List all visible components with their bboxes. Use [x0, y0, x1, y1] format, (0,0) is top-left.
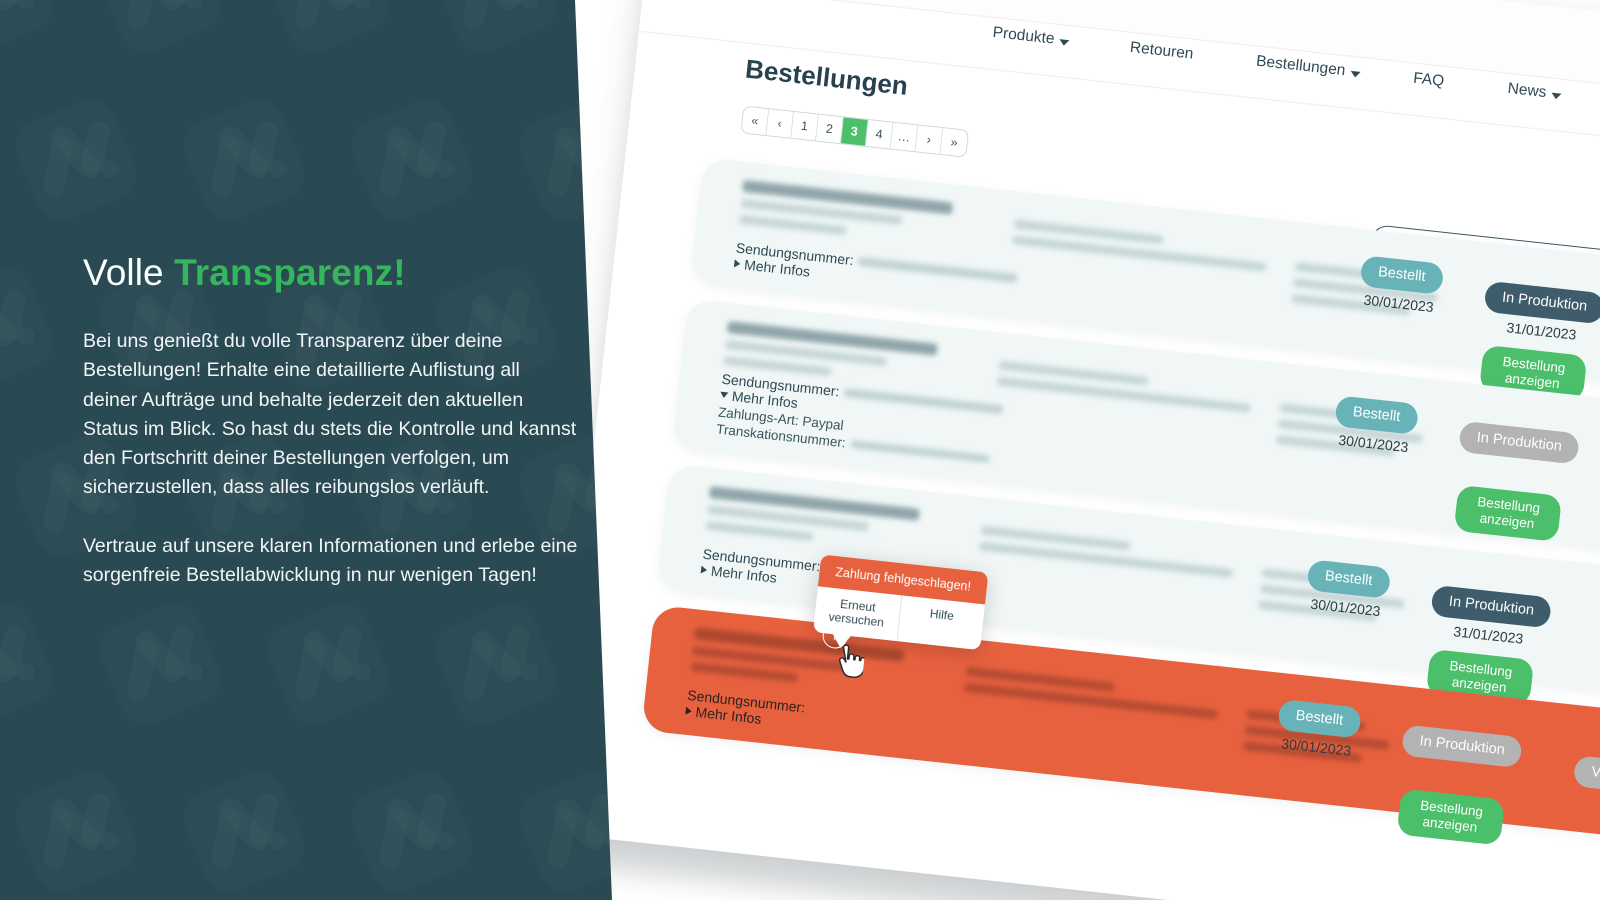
logo-pattern-tile	[92, 596, 227, 731]
view-order-wrapper: Bestellung anzeigen	[1396, 788, 1505, 846]
status-ordered: Bestellt 30/01/2023	[1357, 255, 1444, 315]
status-shipped: V	[1572, 755, 1600, 791]
pointer-hand-cursor	[832, 643, 866, 687]
page-ellipsis: …	[890, 122, 919, 152]
triangle-right-icon	[700, 565, 708, 575]
chevron-down-icon	[1550, 92, 1562, 100]
promo-paragraph-2: Vertraue auf unsere klaren Informationen…	[83, 534, 578, 586]
status-production: In Produktion	[1458, 420, 1581, 465]
shipping-info: Sendungsnummer: Mehr Infos	[685, 687, 806, 732]
order-meta-redacted	[690, 662, 799, 683]
browser-mockup: marketprint Produkte Retouren Bestellung…	[551, 0, 1600, 900]
headline-plain: Volle	[83, 252, 175, 293]
status-date: 30/01/2023	[1309, 595, 1382, 619]
page-2-button[interactable]: 2	[816, 114, 844, 144]
status-badge: Bestellt	[1359, 255, 1444, 295]
promo-paragraph-1: Bei uns genießt du volle Transparenz übe…	[83, 330, 577, 498]
nav-item-news[interactable]: News	[1507, 80, 1562, 104]
order-product-block	[978, 525, 1280, 590]
status-ordered: Bestellt 30/01/2023	[1332, 395, 1419, 455]
order-list: Sendungsnummer: Mehr Infos Bestellt 30/0…	[640, 157, 1600, 858]
logo-pattern-tile	[344, 764, 479, 899]
logo-pattern-tile	[428, 596, 563, 731]
page-next-button[interactable]: ›	[915, 125, 944, 154]
order-status-zone: Bestellt 30/01/2023 In Produktion V Best…	[1233, 689, 1600, 846]
chevron-down-icon	[1058, 38, 1070, 46]
page-prev-button[interactable]: ‹	[766, 109, 795, 138]
triangle-right-icon	[685, 706, 693, 716]
view-order-wrapper: Bestellung anzeigen	[1453, 484, 1563, 543]
chevron-down-icon	[1349, 70, 1361, 78]
logo-pattern-tile	[92, 0, 227, 60]
page-3-button[interactable]: 3	[840, 117, 869, 146]
triangle-down-icon	[719, 391, 729, 399]
logo-pattern-tile	[428, 0, 563, 60]
logo-pattern-tile	[176, 764, 311, 899]
status-production: In Produktion 31/01/2023	[1481, 280, 1600, 345]
logo-pattern-tile	[0, 596, 60, 731]
status-badge: V	[1572, 755, 1600, 791]
nav-label: News	[1506, 79, 1548, 102]
view-order-button[interactable]: Bestellung anzeigen	[1453, 484, 1563, 543]
status-date: 30/01/2023	[1363, 291, 1435, 315]
page-last-button[interactable]: »	[940, 128, 969, 157]
nav-item-bestellungen[interactable]: Bestellungen	[1255, 53, 1361, 82]
status-ordered: Bestellt 30/01/2023	[1304, 559, 1391, 619]
promo-content: Volle Transparenz! Bei uns genießt du vo…	[83, 252, 578, 590]
order-product-block	[996, 360, 1298, 425]
logo-pattern-tile	[260, 0, 395, 60]
triangle-right-icon	[733, 259, 741, 269]
logo-pattern-tile	[260, 596, 395, 731]
status-badge: Bestellt	[1306, 559, 1391, 599]
status-production: In Produktion	[1401, 724, 1524, 768]
pagination[interactable]: « ‹ 1 2 3 4 … › »	[740, 105, 970, 158]
nav-item-faq[interactable]: FAQ	[1412, 70, 1445, 91]
screenshot-stage: marketprint Produkte Retouren Bestellung…	[0, 0, 1600, 900]
page-4-button[interactable]: 4	[865, 120, 894, 149]
nav-label: Retouren	[1129, 38, 1195, 63]
nav-label: Bestellungen	[1255, 52, 1347, 80]
logo-pattern-tile	[8, 764, 143, 899]
status-production: In Produktion 31/01/2023	[1428, 584, 1553, 649]
logo-pattern-tile	[8, 92, 143, 227]
order-meta-redacted	[738, 214, 847, 236]
logo-pattern-tile	[0, 260, 60, 395]
nav-label: FAQ	[1412, 69, 1446, 90]
order-product-block	[963, 666, 1265, 731]
headline-accent: Transparenz!	[174, 252, 406, 293]
status-badge: In Produktion	[1401, 724, 1524, 768]
logo-pattern-tile	[0, 0, 60, 60]
help-button[interactable]: Hilfe	[897, 595, 985, 649]
logo-pattern-tile	[344, 92, 479, 227]
status-date: 30/01/2023	[1280, 734, 1353, 759]
view-order-button[interactable]: Bestellung anzeigen	[1396, 788, 1505, 846]
order-status-zone: Bestellt 30/01/2023 In Produktion Bestel…	[1267, 383, 1600, 543]
status-badge: In Produktion	[1458, 420, 1581, 465]
status-badge: Bestellt	[1277, 698, 1362, 739]
page-headline: Volle Transparenz!	[83, 252, 578, 293]
nav-item-produkte[interactable]: Produkte	[992, 24, 1071, 50]
status-badge: Bestellt	[1334, 395, 1419, 435]
order-meta-redacted	[705, 520, 814, 542]
order-product-block	[1011, 219, 1313, 283]
status-ordered: Bestellt 30/01/2023	[1275, 698, 1362, 759]
nav-label: Produkte	[991, 23, 1056, 48]
page-1-button[interactable]: 1	[791, 111, 819, 141]
logo-pattern-tile	[176, 92, 311, 227]
page-first-button[interactable]: «	[741, 106, 770, 136]
nav-item-retouren[interactable]: Retouren	[1129, 39, 1194, 64]
status-date: 30/01/2023	[1337, 431, 1410, 455]
page-title: Bestellungen	[743, 53, 910, 101]
